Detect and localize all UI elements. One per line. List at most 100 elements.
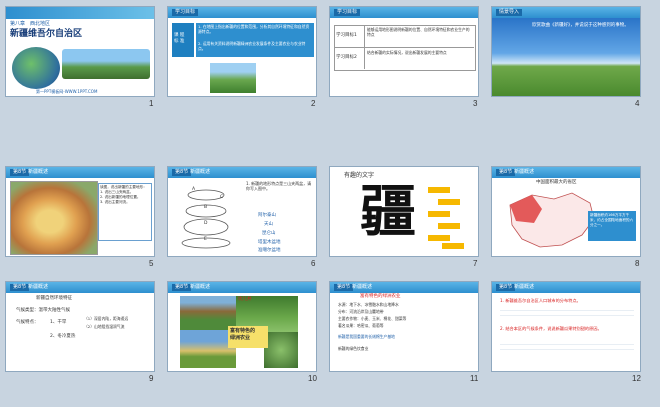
landscape-photo bbox=[62, 49, 150, 79]
answer-box-6 bbox=[442, 243, 464, 249]
answer-box-1 bbox=[428, 187, 450, 193]
map-title: 中国面积最大的省区 bbox=[536, 180, 577, 185]
letter-d: D bbox=[204, 221, 208, 226]
row-label-2: 学习目标2 bbox=[336, 55, 357, 60]
section-tag: 第8节 bbox=[496, 284, 516, 291]
header-title: 新疆概述 bbox=[28, 284, 49, 290]
section-tag: 第8节 bbox=[10, 284, 30, 291]
grassland-photo bbox=[210, 63, 256, 93]
section-tag: 第8节 bbox=[10, 169, 30, 176]
slide-number-6: 6 bbox=[311, 259, 316, 268]
note-text: 新疆面积约166万平方千米，约占全国陆地面积的六分之一。 bbox=[590, 213, 634, 227]
header-tag: 情景导入 bbox=[496, 9, 523, 16]
row-cell-1: 能够运用地形图说明新疆的位置、自然环境特征和农业生产的特点 bbox=[367, 27, 470, 37]
content-line-1: 水源：地下水、冰雪融水和山地降水 bbox=[338, 302, 399, 307]
row-label-1: 学习目标1 bbox=[336, 33, 357, 38]
slide-number-3: 3 bbox=[473, 99, 478, 108]
slide-thumbnail-9[interactable]: 第8节 新疆概述 新疆自然环境特征 气候类型：温带大陆性气候 气候特点： 1、干… bbox=[5, 281, 155, 372]
slide-thumbnail-12[interactable]: 第8节 新疆概述 1. 新疆维吾尔自治区人口城市的分布特点。 2. 结合本区的气… bbox=[491, 281, 641, 372]
header-title: 新疆概述 bbox=[514, 284, 535, 290]
feature-temp: 2、冬冷夏热 bbox=[50, 334, 76, 339]
answer-box-2 bbox=[438, 199, 460, 205]
slide-thumbnail-3[interactable]: 学习目标 学习目标1 学习目标2 能够运用地形图说明新疆的位置、自然环境特征和农… bbox=[329, 6, 479, 97]
content-line-5: 新疆是我国重要的长绒棉生产基地 bbox=[338, 334, 395, 339]
section-tag: 第8节 bbox=[172, 169, 192, 176]
china-map bbox=[509, 192, 595, 248]
answer-label-5: 准噶尔盆地 bbox=[258, 248, 281, 253]
answer-box-3 bbox=[428, 211, 450, 217]
answer-label-3: 昆仑山 bbox=[262, 231, 276, 236]
notes-text: 读图，说出新疆的主要地形： 1. 说出三山夹两盆。 2. 说出新疆的地理位置。 … bbox=[100, 185, 147, 204]
slide-thumbnail-11[interactable]: 第8节 新疆概述 富有特色的绿洲农业 水源：地下水、冰雪融水和山地降水 分布：河… bbox=[329, 281, 479, 372]
caption-karez: 坎儿井 bbox=[238, 297, 252, 302]
objective-text-2: 2. 运用有关资料说明新疆绿洲农业发展条件及主要农业与农业特点。 bbox=[198, 41, 306, 51]
slide-number-9: 9 bbox=[149, 374, 154, 383]
terrain-map bbox=[10, 181, 98, 255]
table-col-divider bbox=[364, 25, 365, 69]
slide-thumbnail-10[interactable]: 第8节 新疆概述 坎儿井 富有特色的 绿洲农业 bbox=[167, 281, 317, 372]
table-divider bbox=[334, 47, 474, 48]
slide-number-8: 8 bbox=[635, 259, 640, 268]
slide-number-4: 4 bbox=[635, 99, 640, 108]
answer-label-2: 天山 bbox=[264, 222, 273, 227]
top-band bbox=[6, 7, 154, 19]
caption-oasis: 富有特色的 绿洲农业 bbox=[230, 328, 256, 341]
answer-placeholder-1 bbox=[500, 306, 634, 320]
letter-e: E bbox=[204, 237, 207, 242]
footer-text: 第一PPT模板网-WWW.1PPT.COM bbox=[36, 89, 98, 94]
feature-dry: 1、干旱 bbox=[50, 320, 67, 325]
header-title: 新疆概述 bbox=[28, 169, 49, 175]
large-glyph: 疆 bbox=[360, 179, 416, 245]
content-line-6: 新疆的绿色饮食业 bbox=[338, 346, 369, 351]
letter-a: A bbox=[192, 187, 196, 192]
intro-text: 欣赏歌曲《新疆好》，并说说于这种感到的事物。 bbox=[532, 23, 629, 28]
slide-number-10: 10 bbox=[308, 374, 317, 383]
content-line-2: 分布：河流沿岸及山麓地带 bbox=[338, 309, 384, 314]
answer-label-1: 阿尔泰山 bbox=[258, 213, 276, 218]
slide-thumbnail-5[interactable]: 第8节 新疆概述 读图，说出新疆的主要地形： 1. 说出三山夹两盆。 2. 说出… bbox=[5, 166, 155, 257]
header-tag: 学习目标 bbox=[334, 9, 361, 16]
slide-number-1: 1 bbox=[149, 99, 154, 108]
slide-thumbnail-1[interactable]: 第八章 西北地区 新疆维吾尔自治区 第一PPT模板网-WWW.1PPT.COM bbox=[5, 6, 155, 97]
slide-thumbnail-6[interactable]: 第8节 新疆概述 A B C D E 1. 新疆的地形特点是三山夹两盆，请你写入… bbox=[167, 166, 317, 257]
slide-number-5: 5 bbox=[149, 259, 154, 268]
grapes-photo bbox=[264, 332, 298, 368]
section-tag: 第8节 bbox=[496, 169, 516, 176]
slide-number-7: 7 bbox=[473, 259, 478, 268]
cause-2: （2）山地阻挡湿润气流 bbox=[84, 324, 125, 329]
question-text: 1. 新疆的地形特点是三山夹两盆，请你写入图中。 bbox=[246, 181, 312, 191]
header-title: 新疆概述 bbox=[514, 169, 535, 175]
answer-label-4: 塔里木盆地 bbox=[258, 240, 281, 245]
header-title: 新疆概述 bbox=[190, 284, 211, 290]
slide-thumbnail-7[interactable]: 有趣的文字 疆 bbox=[329, 166, 479, 257]
slide-number-12: 12 bbox=[632, 374, 641, 383]
answer-box-4 bbox=[438, 223, 460, 229]
content-line-3: 主要农作物：小麦、玉米、棉花、甜菜等 bbox=[338, 316, 407, 321]
label-text: 课 程 标 准 bbox=[174, 33, 185, 44]
slide-thumbnail-2[interactable]: 学习目标 课 程 标 准 1. 在地图上指出新疆的位置和范围，分析其自然环境特征… bbox=[167, 6, 317, 97]
slide-thumbnail-8[interactable]: 第8节 新疆概述 中国面积最大的省区 新疆面积约166万平方千米，约占全国陆地面… bbox=[491, 166, 641, 257]
climate-features: 气候特点： bbox=[16, 320, 39, 325]
content-line-4: 著名瓜果：哈密瓜、葡萄等 bbox=[338, 323, 384, 328]
objective-text-1: 1. 在地图上指出新疆的位置和范围，分析其自然环境特征和自然资源特点。 bbox=[198, 24, 310, 34]
section-tag: 第8节 bbox=[172, 284, 192, 291]
chapter-label: 第八章 西北地区 bbox=[10, 21, 51, 27]
letter-b: B bbox=[204, 205, 208, 210]
slide-thumbnail-4[interactable]: 情景导入 欣赏歌曲《新疆好》，并说说于这种感到的事物。 bbox=[491, 6, 641, 97]
answer-box-5 bbox=[428, 235, 450, 241]
climate-type: 气候类型：温带大陆性气候 bbox=[16, 308, 70, 313]
slide-number-11: 11 bbox=[470, 374, 479, 383]
section-tag: 第8节 bbox=[334, 284, 354, 291]
cause-1: （1）深居内陆，距海遥远 bbox=[84, 316, 129, 321]
slide-number-2: 2 bbox=[311, 99, 316, 108]
sky-grass-photo bbox=[492, 18, 640, 96]
globe-photo bbox=[12, 47, 60, 89]
row-cell-2: 结合新疆的实际情况，说出新疆发展的主要特点 bbox=[367, 50, 447, 55]
slide-sorter-grid: 第八章 西北地区 新疆维吾尔自治区 第一PPT模板网-WWW.1PPT.COM … bbox=[0, 0, 660, 407]
orchard-photo-1 bbox=[180, 296, 236, 330]
slide-title: 新疆维吾尔自治区 bbox=[10, 29, 83, 39]
heading: 新疆自然环境特征 bbox=[36, 296, 72, 301]
header-tag: 学习目标 bbox=[172, 9, 199, 16]
question-2: 2. 结合本区的气候条件，说说新疆瓜果特别甜的原因。 bbox=[500, 326, 602, 331]
question-1: 1. 新疆维吾尔自治区人口城市的分布特点。 bbox=[500, 298, 581, 303]
